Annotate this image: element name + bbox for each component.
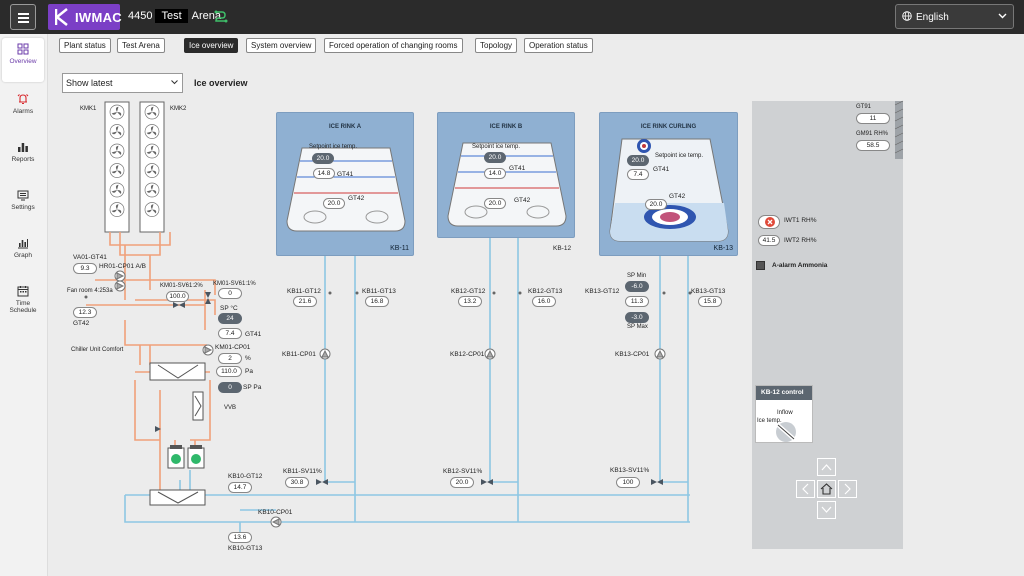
valve-control-icon [776,422,796,442]
chevron-left-icon [802,483,809,495]
kb13-gt13-value: 15.8 [698,296,722,307]
gt91-value: 11 [856,113,890,124]
kb12-gt12-value: 13.2 [458,296,482,307]
pan-left-button[interactable] [796,480,815,498]
rink-curling-panel[interactable]: ICE RINK CURLING 20.0 Setpoint ice temp.… [599,112,738,256]
alarm-x-icon [765,217,775,227]
pa-value: 110.0 [216,366,242,377]
fan-icon [144,124,160,139]
kb10-gt12-value: 14.7 [228,482,252,493]
fan-icon [144,143,160,159]
kmk2-label: KMK2 [170,106,187,112]
rink-b-gt41: 14.0 [484,168,506,179]
rink-a-gt41: 14.8 [313,168,335,179]
hr01-label: HR01-CP01 A/B [99,263,146,270]
kb12-sv11-value: 20.0 [450,477,474,488]
rink-a-ice-surface [286,147,406,232]
va01-gt41-label: VA01-GT41 [73,254,107,261]
sp-c-label: SP °C [220,305,238,312]
fan-icon [144,163,160,178]
va01-gt41-value: 9.3 [73,263,97,274]
gt41-value: 7.4 [218,328,242,339]
fan-icon [144,104,160,120]
fan-icon [144,182,160,198]
rink-b-setpoint: 20.0 [484,152,506,163]
gm91-value: 58.5 [856,140,890,151]
sp-c-value: 24 [218,313,242,324]
heat-exchanger-upper [149,362,206,381]
iwt1-alarm[interactable] [758,215,780,229]
km01-sv61-2-value: 100.0 [166,291,189,302]
rink-a-setpoint: 20.0 [312,153,334,164]
sp-min-value: -6.0 [625,281,649,292]
pan-up-button[interactable] [817,458,836,476]
cp01-pct-value: 2 [218,353,242,364]
fan-room-label: Fan room 4:253a [67,288,113,294]
kb11-gt12-value: 21.6 [293,296,317,307]
rink-curling-gt42: 20.0 [645,199,667,210]
km01-sv61-1-value: 0 [218,288,242,299]
sp-pa-value: 0 [218,382,242,393]
cp01-pct-unit: % [245,355,251,362]
gt41-label: GT41 [245,331,262,338]
fan-icon [109,143,125,159]
home-button[interactable] [817,480,836,498]
rink-curling-setpoint: 20.0 [627,155,649,166]
km01-sv61-1-label: KM01-SV61:1% [213,281,256,287]
km01-sv61-2-label: KM01-SV61:2% [160,283,203,289]
pa-unit: Pa [245,368,253,375]
pan-down-button[interactable] [817,501,836,519]
rink-curling-gt41: 7.4 [627,169,649,180]
vvb-tank [192,391,204,421]
fan-icon [109,202,125,217]
vvb-label: VVB [224,405,237,411]
kb13-sv11-value: 100 [616,477,640,488]
gt42-value: 12.3 [73,307,97,318]
rink-b-kb-label: KB-12 [553,245,572,252]
iwt2-value: 41.5 [758,235,780,246]
fan-icon [109,163,125,178]
green-pumps [167,445,205,469]
heat-exchanger-lower [149,489,206,506]
home-icon [820,483,833,495]
rink-b-panel[interactable]: ICE RINK B Setpoint ice temp. 20.0 14.0 … [437,112,575,238]
wall-hatch [894,100,904,159]
fan-icon [109,124,125,139]
pan-right-button[interactable] [838,480,857,498]
kb12-gt13-value: 16.0 [532,296,556,307]
kb10-cp01-label: KB10-CP01 [258,509,293,516]
chevron-right-icon [844,483,851,495]
rink-curling-kb-label: KB-13 [713,245,733,252]
kb13-gt12-value: 11.3 [625,296,649,307]
km01-cp01-label: KM01-CP01 [215,344,251,351]
chevron-up-icon [821,464,832,471]
kmk1-label: KMK1 [80,106,97,112]
gt42-label: GT42 [73,320,90,327]
plant-schematic [84,100,904,539]
rink-b-ice-surface [447,142,567,227]
rink-a-kb-label: KB-11 [390,245,409,252]
kb10-gt12-label: KB10-GT12 [228,473,263,480]
ammonia-alarm-indicator [756,261,765,270]
chevron-down-icon [821,506,832,513]
rink-a-gt42: 20.0 [323,198,345,209]
fan-icon [144,202,160,217]
kb10-gt13-label: KB10-GT13 [228,545,263,552]
kb10-gt13-value: 13.6 [228,532,252,543]
rink-a-panel[interactable]: ICE RINK A Setpoint ice temp. 20.0 14.8 … [276,112,414,256]
rink-curling-ice-surface [609,138,729,242]
fan-icon [109,182,125,198]
sp-pa-unit: SP Pa [243,384,262,391]
chiller-label: Chiller Unit Comfort [71,347,124,353]
fan-icon [109,104,125,120]
rink-b-gt42: 20.0 [484,198,506,209]
kb11-gt13-value: 16.8 [365,296,389,307]
kb11-sv11-value: 30.8 [285,477,309,488]
kb12-control-box[interactable]: KB-12 control Inflow Ice temp. [755,385,813,443]
sp-max-value: -3.0 [625,312,649,323]
